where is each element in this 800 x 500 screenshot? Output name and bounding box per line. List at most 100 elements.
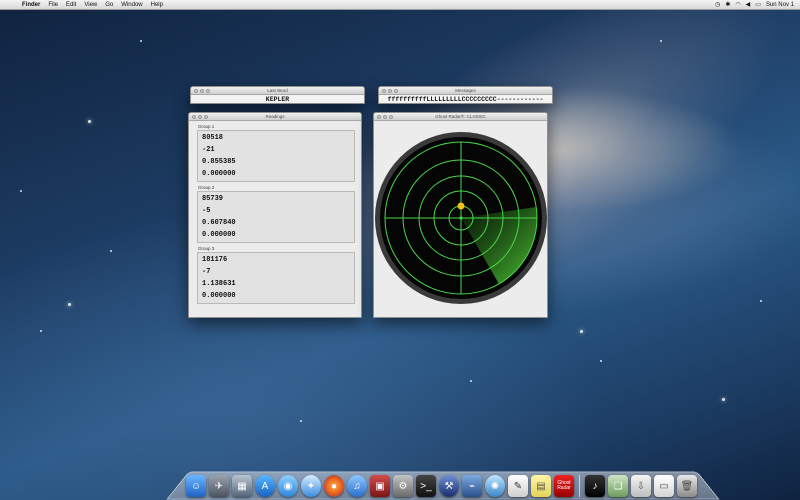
- volume-icon[interactable]: ◀: [746, 0, 751, 10]
- terminal-icon[interactable]: >_: [416, 475, 436, 497]
- photo-booth-icon[interactable]: ▣: [370, 475, 390, 497]
- star: [68, 303, 71, 306]
- ghost-radar-icon-label: Ghost Radar: [554, 481, 574, 491]
- app-store-icon[interactable]: A: [255, 475, 275, 497]
- last-word-window: Last Word KEPLER: [190, 86, 365, 104]
- itunes-icon[interactable]: ♫: [347, 475, 367, 497]
- system-preferences-icon[interactable]: ⚙: [393, 475, 413, 497]
- network-utility-icon[interactable]: ✺: [485, 475, 505, 497]
- minimize-button[interactable]: [388, 89, 392, 93]
- group-2-value-4: 0.000000: [202, 229, 354, 241]
- xcode-icon[interactable]: ⚒: [439, 475, 459, 497]
- star: [140, 40, 142, 42]
- ghost-radar-icon[interactable]: Ghost Radar: [554, 475, 574, 497]
- messages-icon[interactable]: ◉: [278, 475, 298, 497]
- group-2-value-3: 0.607840: [202, 217, 354, 229]
- menu-finder[interactable]: Finder: [18, 0, 44, 10]
- menu-bar: Finder File Edit View Go Window Help ◷ ✱…: [0, 0, 800, 10]
- group-1-value-2: -21: [202, 144, 354, 156]
- menu-help[interactable]: Help: [147, 0, 167, 10]
- group-3-value-2: -7: [202, 266, 354, 278]
- menu-view[interactable]: View: [80, 0, 101, 10]
- star: [88, 120, 91, 123]
- menu-file[interactable]: File: [44, 0, 62, 10]
- window-title: Readings: [265, 114, 284, 119]
- zoom-button[interactable]: [389, 115, 393, 119]
- radar-center: [459, 216, 462, 219]
- firefox-icon[interactable]: ●: [324, 475, 344, 497]
- star: [600, 360, 602, 362]
- messages-window: Messages ffffffffffLLLLLLLLLCCCCCCCCC---…: [378, 86, 553, 104]
- finder-icon[interactable]: ☺: [186, 475, 206, 497]
- readings-titlebar[interactable]: Readings: [189, 113, 361, 121]
- window-controls: [192, 115, 208, 119]
- group-2-box: 85739 -5 0.607840 0.000000: [197, 191, 355, 243]
- radar-display: [375, 132, 547, 304]
- launchpad-icon[interactable]: ✈: [209, 475, 229, 497]
- downloads-icon[interactable]: ⇩: [631, 475, 651, 497]
- group-2-value-2: -5: [202, 205, 354, 217]
- instruments-icon[interactable]: ⌁: [462, 475, 482, 497]
- star: [110, 250, 112, 252]
- safari-icon[interactable]: ✦: [301, 475, 321, 497]
- zoom-button[interactable]: [204, 115, 208, 119]
- window-controls: [377, 115, 393, 119]
- radar-blip: [458, 203, 465, 210]
- group-3-label: Group 3: [198, 246, 361, 251]
- close-button[interactable]: [382, 89, 386, 93]
- stickies-icon[interactable]: ▤: [531, 475, 551, 497]
- battery-icon[interactable]: ▭: [755, 0, 761, 10]
- dock: ☺ ✈ ▦ A ◉ ✦ ● ♫ ▣ ⚙ >_ ⚒ ⌁ ✺ ✎ ▤ Ghost R…: [186, 471, 702, 497]
- trash-icon[interactable]: 🗑: [677, 475, 697, 497]
- group-3-value-3: 1.138631: [202, 278, 354, 290]
- zoom-button[interactable]: [206, 89, 210, 93]
- group-2-label: Group 2: [198, 185, 361, 190]
- window-title: Messages: [455, 88, 476, 93]
- group-1-value-3: 0.855385: [202, 156, 354, 168]
- star: [722, 398, 725, 401]
- last-word-titlebar[interactable]: Last Word: [191, 87, 364, 95]
- star: [660, 40, 662, 42]
- star: [760, 300, 762, 302]
- group-1-box: 80518 -21 0.855385 0.000000: [197, 130, 355, 182]
- group-3-value-4: 0.000000: [202, 290, 354, 302]
- wifi-icon[interactable]: ◠: [735, 0, 740, 10]
- minimize-button[interactable]: [198, 115, 202, 119]
- preview-icon[interactable]: ❏: [608, 475, 628, 497]
- last-word-value: KEPLER: [191, 95, 364, 104]
- close-button[interactable]: [377, 115, 381, 119]
- group-3-value-1: 181176: [202, 254, 354, 266]
- radar-body: [374, 121, 547, 318]
- ghost-radar-window: Ghost Radar®: CLASSIC: [373, 112, 548, 318]
- menu-clock[interactable]: Sun Nov 1: [766, 0, 794, 10]
- star: [20, 190, 22, 192]
- messages-value: ffffffffffLLLLLLLLLCCCCCCCCC------------: [379, 95, 552, 104]
- ghost-radar-titlebar[interactable]: Ghost Radar®: CLASSIC: [374, 113, 547, 121]
- time-machine-icon[interactable]: ◷: [715, 0, 720, 10]
- menu-go[interactable]: Go: [101, 0, 117, 10]
- itunes-music-icon[interactable]: ♪: [585, 475, 605, 497]
- window-title: Ghost Radar®: CLASSIC: [435, 114, 486, 119]
- status-area: ◷ ✱ ◠ ◀ ▭ Sun Nov 1: [715, 0, 800, 10]
- window-controls: [382, 89, 398, 93]
- documents-icon[interactable]: ▭: [654, 475, 674, 497]
- star: [470, 380, 472, 382]
- dock-separator: [579, 475, 580, 497]
- bluetooth-icon[interactable]: ✱: [725, 0, 730, 10]
- mission-control-icon[interactable]: ▦: [232, 475, 252, 497]
- group-2-value-1: 85739: [202, 193, 354, 205]
- textedit-icon[interactable]: ✎: [508, 475, 528, 497]
- close-button[interactable]: [194, 89, 198, 93]
- menu-edit[interactable]: Edit: [62, 0, 80, 10]
- star: [580, 330, 583, 333]
- star: [40, 330, 42, 332]
- messages-titlebar[interactable]: Messages: [379, 87, 552, 95]
- minimize-button[interactable]: [383, 115, 387, 119]
- group-1-label: Group 1: [198, 124, 361, 129]
- readings-window: Readings Group 1 80518 -21 0.855385 0.00…: [188, 112, 362, 318]
- minimize-button[interactable]: [200, 89, 204, 93]
- close-button[interactable]: [192, 115, 196, 119]
- star: [300, 420, 302, 422]
- menu-window[interactable]: Window: [117, 0, 146, 10]
- zoom-button[interactable]: [394, 89, 398, 93]
